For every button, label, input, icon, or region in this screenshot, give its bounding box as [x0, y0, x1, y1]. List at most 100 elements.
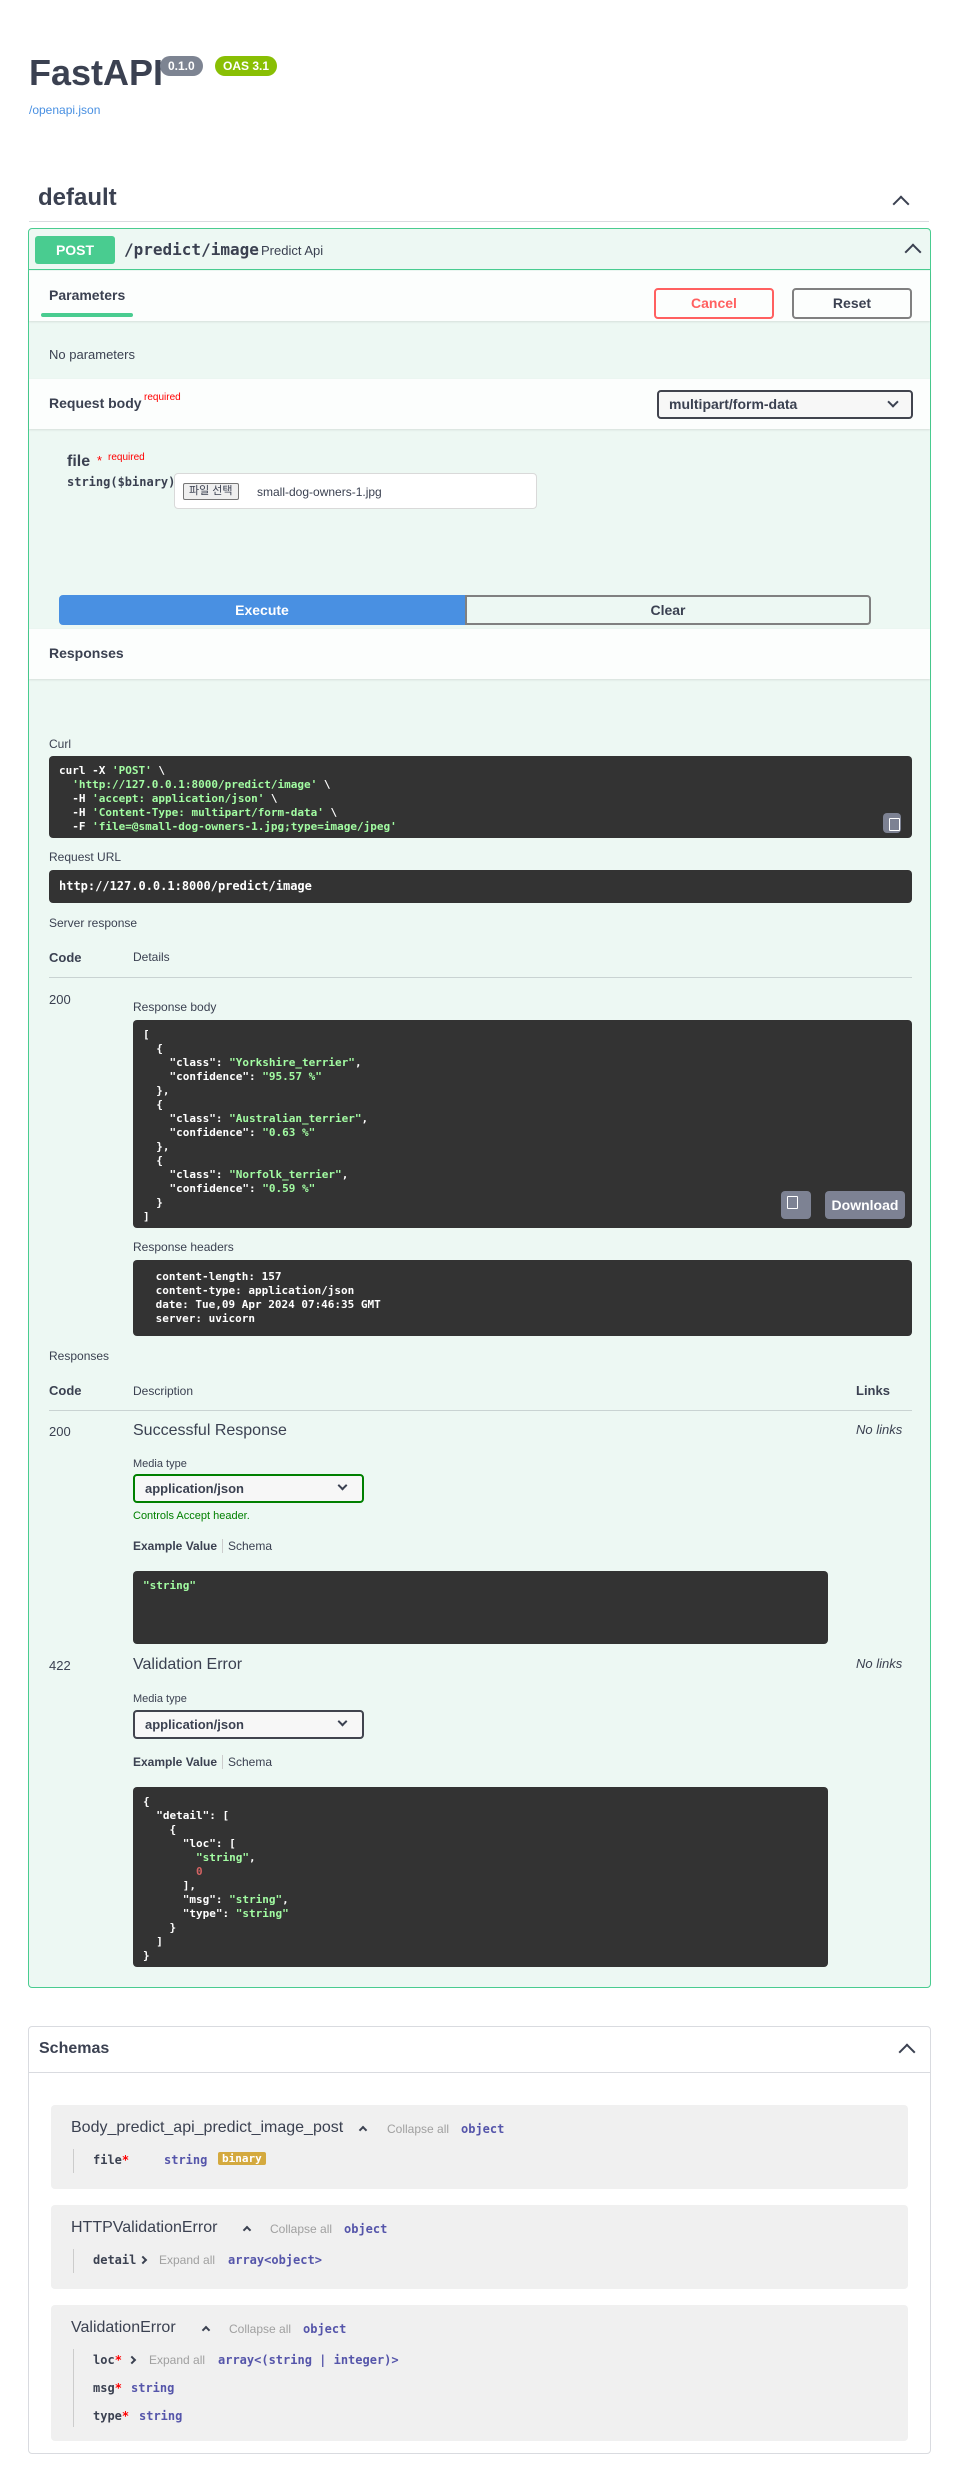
server-response-label: Server response: [49, 916, 138, 930]
chevron-up-icon[interactable]: [242, 2225, 252, 2235]
expand-all-link[interactable]: Expand all: [159, 2253, 215, 2267]
chevron-up-icon[interactable]: [201, 2325, 211, 2335]
media-type-select-422[interactable]: application/json: [133, 1710, 364, 1739]
response-header-line: date: Tue,09 Apr 2024 07:46:35 GMT: [149, 1298, 381, 1311]
response-body-line: {: [143, 1154, 163, 1167]
prop-name: loc*: [93, 2353, 122, 2367]
tab-example-value[interactable]: Example Value: [133, 1755, 217, 1769]
tag-header-default[interactable]: default: [29, 176, 929, 222]
example-value-block-422: { "detail": [ { "loc": [ "string", 0 ], …: [133, 1787, 828, 1967]
schemas-section: Schemas Body_predict_api_predict_image_p…: [28, 2026, 931, 2454]
responses-title: Responses: [49, 645, 124, 661]
chevron-down-icon: [337, 1716, 348, 1727]
response-body-line: "class": "Australian_terrier",: [143, 1112, 369, 1125]
response-body-line: [: [143, 1028, 150, 1041]
details-header: Details: [133, 950, 170, 964]
copy-icon[interactable]: [781, 1191, 811, 1219]
media-type-value: application/json: [145, 1717, 244, 1732]
request-body-label: Request body: [49, 395, 142, 411]
prop-type: array<object>: [228, 2253, 322, 2267]
app-title: FastAPI: [29, 52, 164, 93]
schema-type: object: [461, 2122, 505, 2136]
collapse-all-link[interactable]: Collapse all: [387, 2122, 449, 2136]
tab-schema[interactable]: Schema: [228, 1539, 272, 1553]
code-header: Code: [49, 950, 82, 965]
response-body-line: {: [143, 1042, 163, 1055]
chevron-down-icon: [887, 396, 899, 408]
no-parameters-text: No parameters: [49, 347, 135, 362]
tab-schema[interactable]: Schema: [228, 1755, 272, 1769]
schemas-header[interactable]: Schemas: [29, 2027, 930, 2073]
chevron-up-icon[interactable]: [892, 195, 910, 213]
request-url-block: http://127.0.0.1:8000/predict/image: [49, 870, 912, 903]
schema-name[interactable]: Body_predict_api_predict_image_post: [71, 2119, 343, 2137]
tab-divider: [222, 1755, 223, 1769]
response-headers-label: Response headers: [133, 1240, 234, 1254]
operation-path: /predict/image: [124, 240, 259, 259]
chevron-right-icon[interactable]: [127, 2355, 137, 2365]
response-body-line: },: [143, 1140, 170, 1153]
indent-line: [73, 2249, 74, 2273]
responses-doc-title: Responses: [49, 1349, 110, 1363]
curl-line: curl -X 'POST' \: [59, 764, 165, 777]
chevron-up-icon[interactable]: [904, 243, 922, 261]
tab-parameters[interactable]: Parameters: [49, 287, 125, 303]
indent-line: [73, 2149, 74, 2173]
version-badge: 0.1.0: [160, 56, 203, 76]
example-value-block-200: "string": [133, 1571, 828, 1644]
copy-icon[interactable]: [883, 813, 901, 833]
content-type-value: multipart/form-data: [669, 396, 798, 412]
reset-button[interactable]: Reset: [792, 288, 912, 319]
status-code: 200: [49, 992, 71, 1007]
choose-file-button[interactable]: 파일 선택: [183, 483, 239, 500]
chevron-right-icon[interactable]: [138, 2255, 148, 2265]
responses-header: Responses: [29, 629, 930, 679]
method-badge: POST: [35, 236, 115, 264]
request-url-value: http://127.0.0.1:8000/predict/image: [59, 879, 312, 893]
expand-all-link[interactable]: Expand all: [149, 2353, 205, 2367]
file-param-type: string($binary): [67, 475, 176, 489]
clear-button[interactable]: Clear: [465, 595, 871, 625]
response-body-line: "confidence": "95.57 %": [143, 1070, 322, 1083]
prop-name: file*: [93, 2153, 130, 2167]
divider: [49, 977, 912, 978]
no-links-text: No links: [856, 1656, 903, 1671]
schema-name[interactable]: HTTPValidationError: [71, 2219, 217, 2237]
file-input[interactable]: 파일 선택 small-dog-owners-1.jpg: [174, 473, 537, 509]
prop-type: string: [139, 2409, 183, 2423]
cancel-button[interactable]: Cancel: [654, 288, 774, 319]
curl-code-block: curl -X 'POST' \ 'http://127.0.0.1:8000/…: [49, 756, 912, 838]
schema-card: ValidationError Collapse all object loc*…: [51, 2305, 908, 2441]
curl-line: -H 'accept: application/json' \: [59, 792, 278, 805]
openapi-link[interactable]: /openapi.json: [29, 103, 100, 117]
response-code-422: 422: [49, 1658, 71, 1673]
collapse-all-link[interactable]: Collapse all: [270, 2222, 332, 2236]
chevron-up-icon[interactable]: [358, 2125, 368, 2135]
file-name: small-dog-owners-1.jpg: [257, 485, 382, 499]
tab-example-value[interactable]: Example Value: [133, 1539, 217, 1553]
indent-line: [73, 2349, 74, 2427]
schema-type: object: [344, 2222, 388, 2236]
schema-name[interactable]: ValidationError: [71, 2319, 176, 2337]
operation-summary[interactable]: POST /predict/image Predict Api: [29, 229, 930, 270]
chevron-up-icon[interactable]: [898, 2043, 916, 2061]
operation-description: Predict Api: [261, 243, 324, 258]
response-header-line: content-type: application/json: [149, 1284, 355, 1297]
request-url-label: Request URL: [49, 850, 122, 864]
oas-badge: OAS 3.1: [215, 56, 278, 76]
no-links-text: No links: [856, 1422, 903, 1437]
download-button[interactable]: Download: [825, 1191, 905, 1219]
example-value: "string": [143, 1579, 196, 1592]
media-type-select-200[interactable]: application/json: [133, 1474, 364, 1503]
collapse-all-link[interactable]: Collapse all: [229, 2322, 291, 2336]
media-type-label: Media type: [133, 1458, 187, 1470]
prop-name: detail: [93, 2253, 137, 2267]
content-type-select[interactable]: multipart/form-data: [657, 390, 913, 419]
chevron-down-icon: [337, 1480, 348, 1491]
prop-name: type*: [93, 2409, 130, 2423]
response-body-line: "confidence": "0.63 %": [143, 1126, 316, 1139]
file-param-name: file: [67, 453, 91, 470]
schema-type: object: [303, 2322, 347, 2336]
curl-line: -H 'Content-Type: multipart/form-data' \: [59, 806, 338, 819]
execute-button[interactable]: Execute: [59, 595, 465, 625]
